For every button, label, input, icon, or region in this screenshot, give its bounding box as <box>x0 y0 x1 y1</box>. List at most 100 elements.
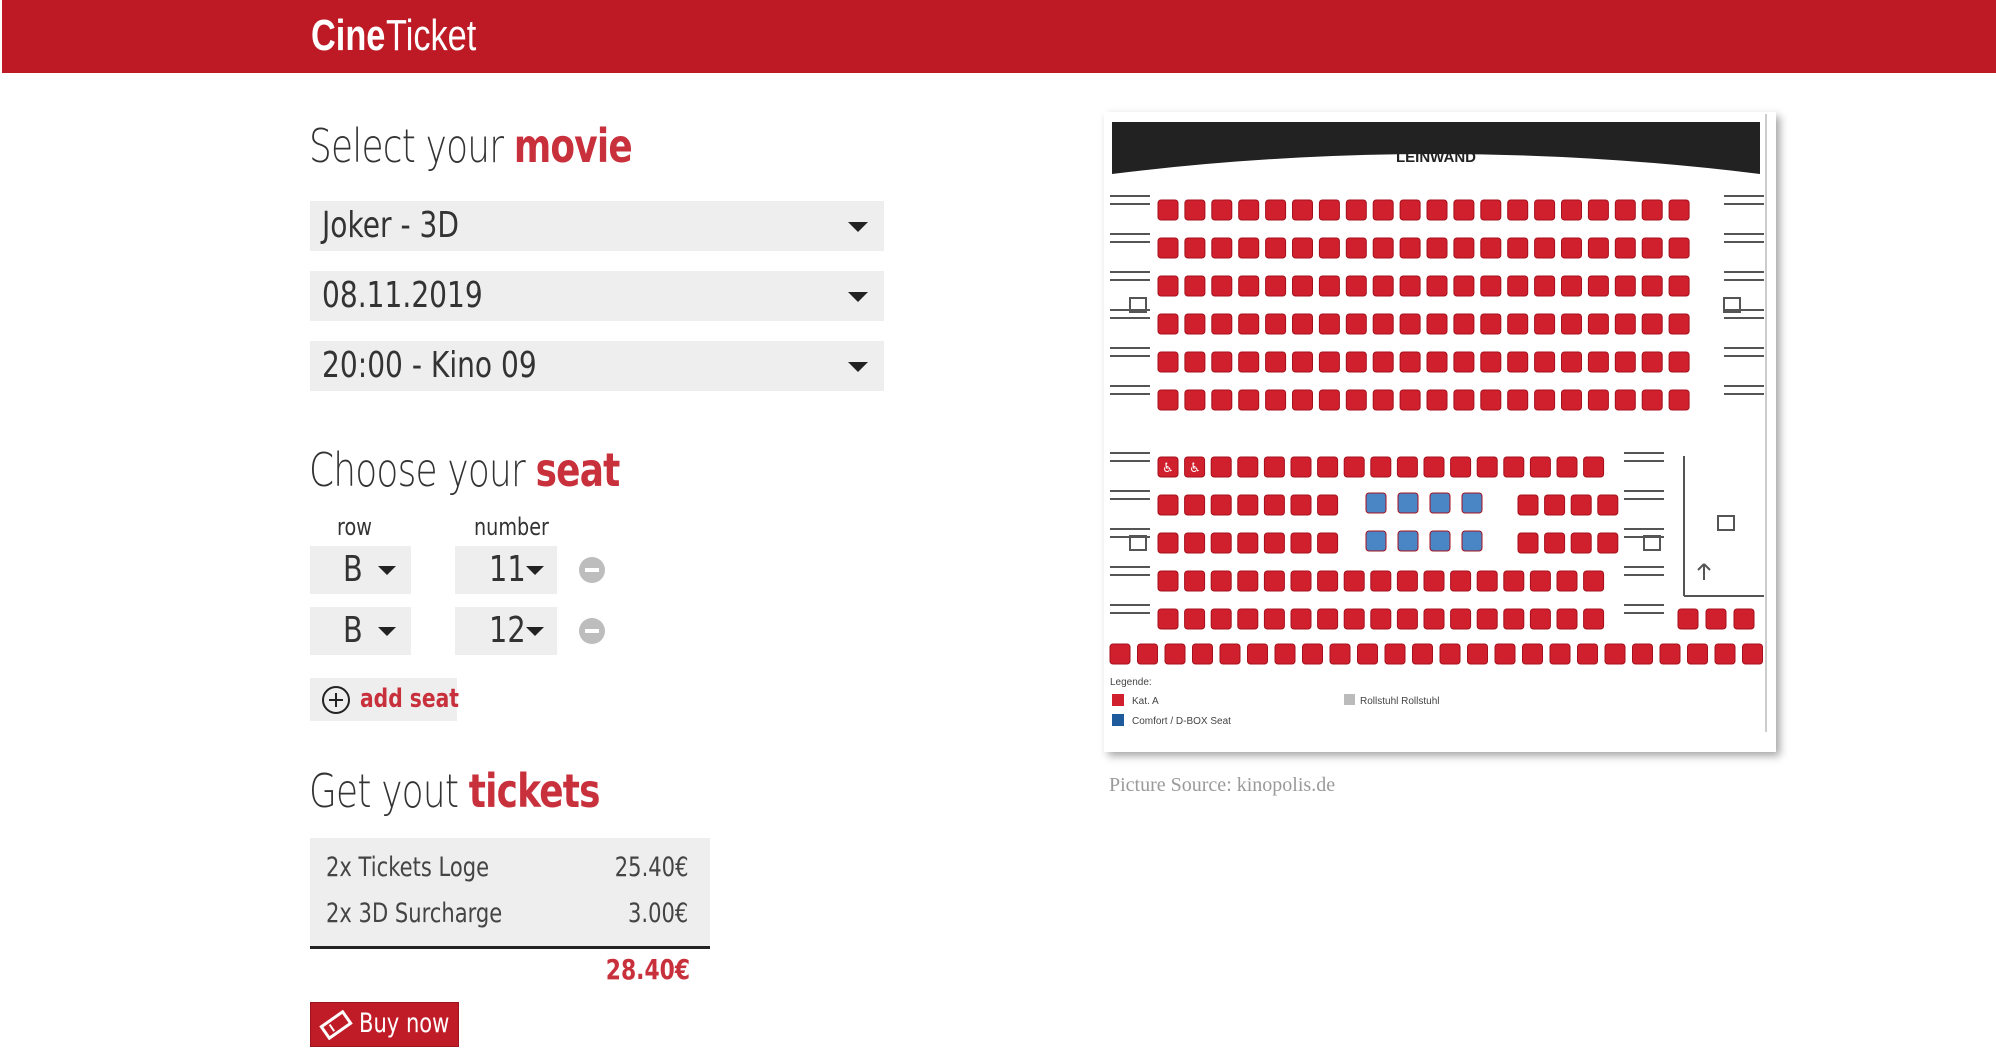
comfort-seat[interactable] <box>1365 492 1387 514</box>
seat[interactable] <box>1453 351 1475 373</box>
seat[interactable] <box>1561 199 1582 221</box>
seat[interactable] <box>1184 532 1206 554</box>
seat[interactable] <box>1529 570 1551 592</box>
seat[interactable] <box>1372 275 1394 297</box>
date-select[interactable]: 08.11.2019 <box>310 271 884 321</box>
seat[interactable] <box>1529 608 1551 630</box>
seat[interactable] <box>1318 313 1340 335</box>
seat[interactable] <box>1184 389 1206 411</box>
seat[interactable] <box>1668 389 1690 411</box>
seat[interactable] <box>1641 389 1663 411</box>
seat[interactable] <box>1480 237 1502 259</box>
seat[interactable] <box>1184 570 1206 592</box>
seat[interactable] <box>1507 313 1529 335</box>
seat[interactable] <box>1318 351 1340 373</box>
seat[interactable] <box>1184 608 1206 630</box>
seat[interactable] <box>1290 532 1312 554</box>
seat[interactable] <box>1641 237 1663 259</box>
seat[interactable] <box>1480 351 1502 373</box>
seat[interactable] <box>1317 494 1339 516</box>
seat[interactable] <box>1426 313 1448 335</box>
comfort-seat[interactable] <box>1365 530 1387 552</box>
seat[interactable] <box>1632 643 1653 665</box>
seat[interactable] <box>1556 570 1578 592</box>
seat[interactable] <box>1480 199 1502 221</box>
seat[interactable] <box>1480 313 1502 335</box>
seat[interactable] <box>1184 275 1206 297</box>
seat[interactable] <box>1426 351 1448 373</box>
seat[interactable] <box>1641 351 1663 373</box>
comfort-seat[interactable] <box>1461 492 1483 514</box>
seat[interactable] <box>1399 351 1421 373</box>
seat[interactable] <box>1343 570 1365 592</box>
seat[interactable] <box>1480 389 1502 411</box>
seat[interactable] <box>1210 494 1232 516</box>
movie-select[interactable]: Joker - 3D <box>310 201 884 251</box>
seat[interactable] <box>1292 389 1313 411</box>
seat[interactable] <box>1372 389 1394 411</box>
seat[interactable] <box>1534 313 1556 335</box>
seat[interactable] <box>1529 456 1551 478</box>
seat[interactable] <box>1329 643 1351 665</box>
seat[interactable] <box>1372 351 1394 373</box>
seat[interactable] <box>1714 643 1736 665</box>
seat[interactable] <box>1561 275 1582 297</box>
seat[interactable] <box>1668 199 1690 221</box>
seat[interactable] <box>1238 389 1260 411</box>
seat[interactable] <box>1534 389 1556 411</box>
seat[interactable] <box>1343 608 1365 630</box>
seat[interactable] <box>1372 199 1394 221</box>
seat[interactable] <box>1396 570 1418 592</box>
seat[interactable] <box>1317 608 1339 630</box>
seat[interactable] <box>1184 237 1206 259</box>
seat[interactable] <box>1317 456 1339 478</box>
seat[interactable] <box>1292 313 1313 335</box>
seat[interactable] <box>1587 237 1609 259</box>
seat[interactable] <box>1343 456 1365 478</box>
seat[interactable] <box>1507 275 1529 297</box>
seat[interactable] <box>1534 275 1556 297</box>
seat[interactable] <box>1587 351 1609 373</box>
seat[interactable] <box>1157 494 1179 516</box>
remove-seat-2-icon[interactable] <box>579 618 605 644</box>
add-seat-button[interactable]: add seat <box>310 678 459 721</box>
seat[interactable] <box>1587 389 1609 411</box>
comfort-seat[interactable] <box>1461 530 1483 552</box>
seat[interactable] <box>1184 313 1206 335</box>
seat[interactable] <box>1399 237 1421 259</box>
seat[interactable] <box>1453 237 1475 259</box>
seat-2-number-select[interactable]: 12 <box>455 607 557 655</box>
comfort-seat[interactable] <box>1397 492 1419 514</box>
seat[interactable] <box>1453 313 1475 335</box>
seat[interactable] <box>1263 456 1285 478</box>
seat-1-number-select[interactable]: 11 <box>455 546 557 594</box>
seat[interactable] <box>1517 494 1539 516</box>
seat[interactable] <box>1357 643 1378 665</box>
seat[interactable] <box>1210 608 1232 630</box>
seat[interactable] <box>1503 570 1525 592</box>
seat[interactable] <box>1614 389 1636 411</box>
seat[interactable] <box>1211 313 1233 335</box>
seat[interactable] <box>1604 643 1626 665</box>
seat[interactable] <box>1317 532 1339 554</box>
seat[interactable] <box>1211 237 1233 259</box>
seat[interactable] <box>1597 494 1619 516</box>
seat[interactable] <box>1238 237 1260 259</box>
seat[interactable] <box>1157 199 1179 221</box>
seat[interactable] <box>1426 275 1448 297</box>
seat[interactable] <box>1399 313 1421 335</box>
seat[interactable] <box>1561 313 1582 335</box>
comfort-seat[interactable] <box>1429 492 1451 514</box>
seat[interactable] <box>1641 313 1663 335</box>
seat[interactable] <box>1238 275 1260 297</box>
seat[interactable] <box>1668 313 1690 335</box>
seat[interactable] <box>1659 643 1681 665</box>
seat[interactable] <box>1677 608 1699 630</box>
seat[interactable] <box>1705 608 1727 630</box>
seat[interactable] <box>1370 456 1392 478</box>
seat[interactable] <box>1157 313 1179 335</box>
seat[interactable] <box>1265 313 1287 335</box>
seat[interactable] <box>1238 313 1260 335</box>
seat[interactable] <box>1345 237 1367 259</box>
seat[interactable] <box>1292 199 1313 221</box>
